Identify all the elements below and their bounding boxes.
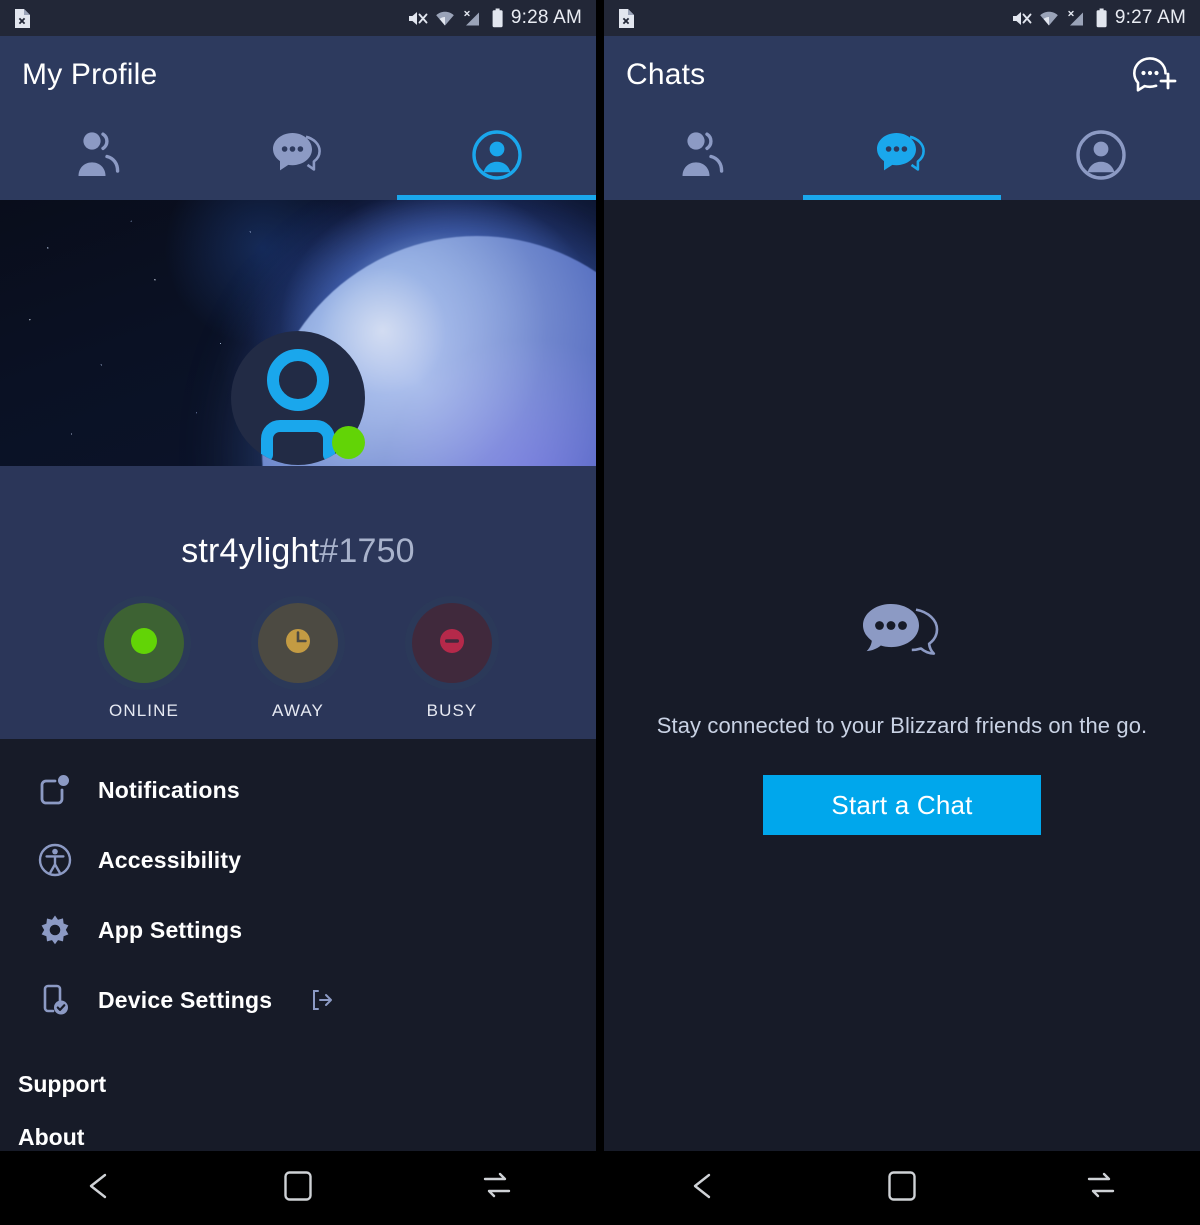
back-arrow-icon	[82, 1169, 116, 1208]
menu-item-label: Notifications	[98, 776, 240, 803]
back-arrow-icon	[686, 1169, 720, 1208]
nav-home-button[interactable]	[847, 1170, 957, 1207]
status-bar-left-icons	[618, 8, 635, 29]
notification-badge-icon	[36, 773, 74, 807]
chat-bubble-icon	[269, 129, 327, 186]
battery-icon	[1095, 8, 1108, 28]
home-square-icon	[887, 1170, 917, 1207]
battletag: str4ylight#1750	[0, 466, 596, 571]
recents-icon	[1085, 1170, 1117, 1207]
nav-recents-button[interactable]	[1046, 1170, 1156, 1207]
external-link-icon[interactable]	[310, 988, 334, 1012]
section-about[interactable]: About	[0, 1098, 596, 1151]
online-circle	[104, 603, 184, 683]
app-bar-right: Chats	[604, 36, 1200, 114]
nav-back-button[interactable]	[44, 1169, 154, 1208]
wifi-icon	[435, 9, 455, 28]
new-chat-button[interactable]	[1132, 51, 1178, 100]
friends-icon	[676, 129, 730, 186]
person-circle-icon	[1075, 129, 1127, 186]
nav-back-button[interactable]	[648, 1169, 758, 1208]
profile-screen: 9:28 AM My Profile str4ylight#1750 ONLIN…	[0, 0, 596, 1225]
busy-circle	[412, 603, 492, 683]
section-support[interactable]: Support	[0, 1035, 596, 1098]
screen-divider	[596, 0, 604, 1225]
status-bar-right: 9:27 AM	[604, 0, 1200, 36]
tab-chats[interactable]	[802, 114, 1002, 200]
menu-item-device-settings[interactable]: Device Settings	[0, 965, 596, 1035]
app-bar-left: My Profile	[0, 36, 596, 114]
device-check-icon	[36, 983, 74, 1017]
android-nav-bar-left	[0, 1151, 596, 1225]
status-bar-right-icons: 9:27 AM	[1011, 7, 1186, 29]
gear-icon	[36, 913, 74, 947]
status-option-busy[interactable]: BUSY	[394, 603, 510, 721]
tab-friends[interactable]	[0, 114, 199, 200]
file-x-icon	[618, 8, 635, 29]
away-circle	[258, 603, 338, 683]
clock-icon	[285, 628, 311, 659]
status-option-online[interactable]: ONLINE	[86, 603, 202, 721]
new-chat-icon	[1132, 51, 1178, 100]
wifi-icon	[1039, 9, 1059, 28]
menu-item-label: Device Settings	[98, 986, 273, 1013]
menu-item-accessibility[interactable]: Accessibility	[0, 825, 596, 895]
mute-icon	[1011, 9, 1032, 28]
battletag-name: str4ylight	[181, 532, 320, 570]
start-chat-button[interactable]: Start a Chat	[763, 775, 1041, 835]
cellular-no-signal-icon	[462, 9, 484, 28]
recents-icon	[481, 1170, 513, 1207]
status-bar-time: 9:27 AM	[1114, 7, 1186, 28]
battery-icon	[491, 8, 504, 28]
minus-circle-icon	[439, 628, 465, 659]
page-title: My Profile	[22, 58, 158, 91]
tab-bar-left	[0, 114, 596, 200]
menu-item-notifications[interactable]: Notifications	[0, 755, 596, 825]
dual-screenshot: 9:28 AM My Profile str4ylight#1750 ONLIN…	[0, 0, 1200, 1225]
avatar[interactable]	[231, 331, 365, 465]
file-x-icon	[14, 8, 31, 29]
battletag-number: #1750	[319, 532, 415, 570]
tab-profile[interactable]	[397, 114, 596, 200]
settings-menu: Notifications Accessibility App Settings…	[0, 739, 596, 1151]
menu-item-app-settings[interactable]: App Settings	[0, 895, 596, 965]
nav-recents-button[interactable]	[442, 1170, 552, 1207]
profile-info: str4ylight#1750 ONLINE AWAY BUSY	[0, 331, 596, 739]
tab-underline	[802, 195, 1002, 200]
empty-state-message: Stay connected to your Blizzard friends …	[656, 713, 1148, 738]
tab-profile[interactable]	[1001, 114, 1200, 200]
status-option-label: ONLINE	[109, 701, 179, 720]
accessibility-icon	[36, 843, 74, 877]
status-bar-time: 9:28 AM	[510, 7, 582, 28]
cellular-no-signal-icon	[1066, 9, 1088, 28]
chats-empty-state: Stay connected to your Blizzard friends …	[604, 200, 1200, 1151]
status-bar-left: 9:28 AM	[0, 0, 596, 36]
tab-friends[interactable]	[604, 114, 803, 200]
dot-icon	[131, 627, 157, 659]
person-circle-icon	[471, 129, 523, 186]
mute-icon	[407, 9, 428, 28]
status-bar-left-icons	[14, 8, 31, 29]
chat-bubble-icon	[873, 129, 931, 186]
tab-chats[interactable]	[199, 114, 398, 200]
menu-item-label: App Settings	[98, 916, 243, 943]
status-bar-right-icons: 9:28 AM	[407, 7, 582, 29]
status-option-label: BUSY	[426, 701, 478, 720]
chats-screen: 9:27 AM Chats Stay connected to your Bli…	[604, 0, 1200, 1225]
presence-selector: ONLINE AWAY BUSY	[0, 571, 596, 725]
nav-home-button[interactable]	[243, 1170, 353, 1207]
chat-bubbles-icon	[852, 598, 952, 683]
android-nav-bar-right	[604, 1151, 1200, 1225]
status-option-away[interactable]: AWAY	[240, 603, 356, 721]
status-option-label: AWAY	[272, 701, 324, 720]
presence-dot	[332, 426, 365, 459]
menu-item-label: Accessibility	[98, 846, 242, 873]
home-square-icon	[283, 1170, 313, 1207]
tab-bar-right	[604, 114, 1200, 200]
friends-icon	[72, 129, 126, 186]
page-title: Chats	[626, 58, 706, 91]
